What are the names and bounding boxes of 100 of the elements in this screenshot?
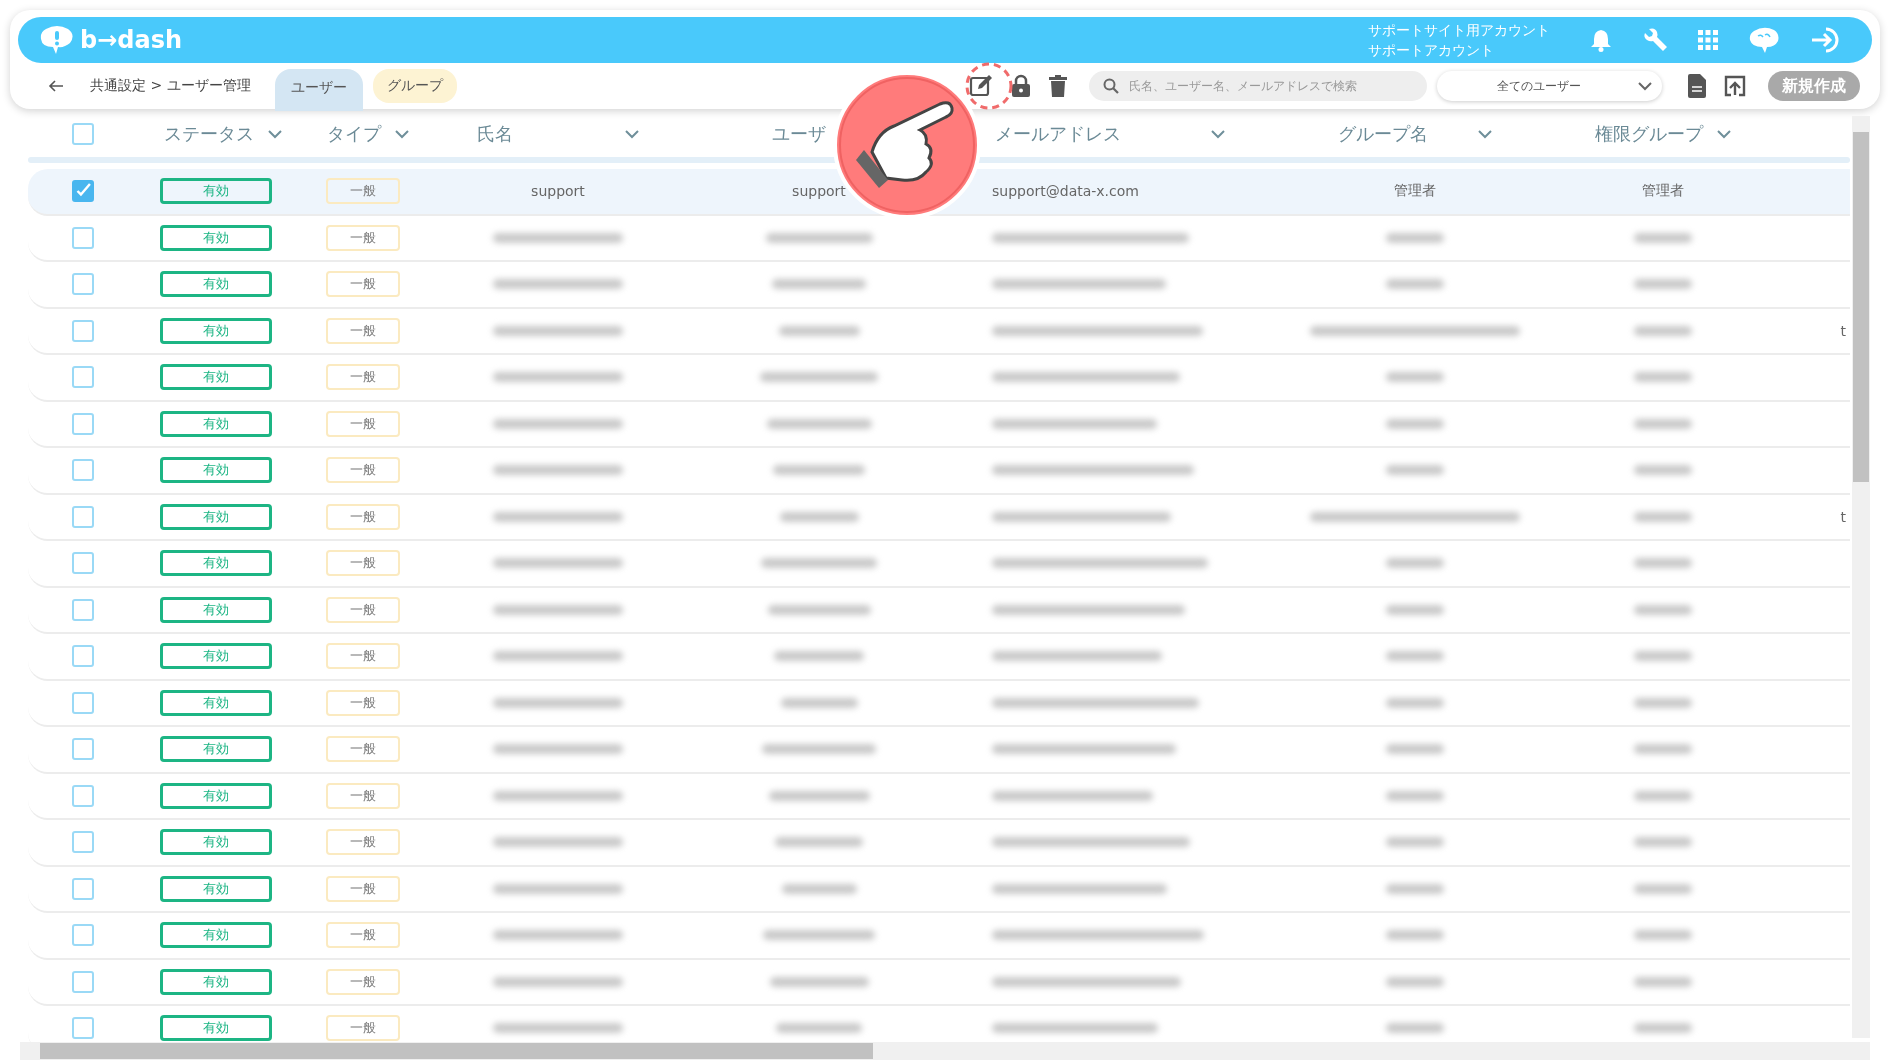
row-checkbox[interactable] <box>72 645 94 668</box>
type-badge: 一般 <box>326 596 400 623</box>
row-checkbox[interactable] <box>72 970 94 993</box>
chevron-down-icon[interactable] <box>1211 129 1225 139</box>
chevron-down-icon[interactable] <box>625 129 639 139</box>
row-checkbox[interactable] <box>72 1017 94 1040</box>
row-checkbox[interactable] <box>72 412 94 435</box>
status-badge: 有効 <box>160 503 272 530</box>
apps-grid-icon[interactable] <box>1698 30 1718 50</box>
tab[interactable]: ユーザー <box>274 69 363 111</box>
row-checkbox[interactable] <box>72 691 94 714</box>
wrench-icon[interactable] <box>1642 27 1668 53</box>
table-cell: 管理者 <box>1641 182 1684 201</box>
chevron-down-icon[interactable] <box>1478 129 1492 139</box>
blurred-text <box>1633 837 1692 848</box>
type-badge: 一般 <box>326 829 400 856</box>
type-badge: 一般 <box>326 364 400 391</box>
chevron-down-icon[interactable] <box>395 129 409 139</box>
export-icon[interactable] <box>1724 75 1746 97</box>
blurred-text <box>1386 604 1444 615</box>
column-header[interactable]: ユーザ <box>772 122 826 146</box>
type-badge: 一般 <box>326 178 400 205</box>
blurred-text <box>1633 790 1692 801</box>
status-badge: 有効 <box>160 782 272 809</box>
search-field[interactable]: 氏名、ユーザー名、メールアドレスで検索 <box>1089 71 1427 101</box>
blurred-text <box>1633 511 1692 522</box>
chevron-down-icon[interactable] <box>1716 129 1731 139</box>
status-badge: 有効 <box>160 875 272 902</box>
type-badge: 一般 <box>326 782 400 809</box>
row-checkbox[interactable] <box>72 924 94 947</box>
edit-icon[interactable] <box>969 74 993 98</box>
status-badge: 有効 <box>160 643 272 670</box>
highlight-circle <box>964 61 1014 111</box>
lock-icon[interactable] <box>1011 74 1031 98</box>
user-filter-dropdown[interactable]: 全てのユーザー <box>1437 71 1662 101</box>
column-header[interactable]: メールアドレス <box>995 122 1121 146</box>
trash-icon[interactable] <box>1049 75 1067 97</box>
type-badge: 一般 <box>326 922 400 949</box>
row-checkbox[interactable] <box>72 505 94 528</box>
select-all-checkbox[interactable] <box>72 123 94 145</box>
status-badge: 有効 <box>160 689 272 716</box>
blurred-text <box>1386 558 1444 569</box>
row-checkbox[interactable] <box>72 273 94 296</box>
logo-icon <box>38 25 76 55</box>
blurred-text <box>1633 325 1692 336</box>
blurred-text <box>1386 279 1444 290</box>
chevron-down-icon[interactable] <box>268 129 282 139</box>
breadcrumb: 共通設定 > ユーザー管理 <box>90 77 251 95</box>
blurred-text <box>1386 697 1444 708</box>
table-cell: t <box>1840 508 1846 525</box>
column-header[interactable]: グループ名 <box>1338 122 1428 146</box>
row-checkbox[interactable] <box>72 459 94 482</box>
status-badge: 有効 <box>160 550 272 577</box>
row-checkbox[interactable] <box>72 784 94 807</box>
blurred-text <box>1633 279 1692 290</box>
bell-icon[interactable] <box>1590 28 1612 52</box>
row-checkbox[interactable] <box>72 552 94 575</box>
blurred-text <box>1633 651 1692 662</box>
status-badge: 有効 <box>160 736 272 763</box>
vertical-scrollbar[interactable] <box>1852 116 1870 1038</box>
column-header[interactable]: ステータス <box>164 122 254 146</box>
blurred-text <box>1386 883 1444 894</box>
account-name: サポートアカウント <box>1368 41 1495 60</box>
blurred-text <box>1633 232 1692 243</box>
blurred-text <box>1633 418 1692 429</box>
type-badge: 一般 <box>326 736 400 763</box>
type-badge: 一般 <box>326 457 400 484</box>
document-icon[interactable] <box>1688 74 1706 98</box>
blurred-text <box>1386 930 1444 941</box>
status-badge: 有効 <box>160 317 272 344</box>
status-badge: 有効 <box>160 1015 272 1042</box>
row-checkbox[interactable] <box>72 180 94 203</box>
type-badge: 一般 <box>326 968 400 995</box>
type-badge: 一般 <box>326 875 400 902</box>
horizontal-scrollbar[interactable] <box>20 1042 1870 1060</box>
status-badge: 有効 <box>160 364 272 391</box>
blurred-text <box>1386 418 1444 429</box>
column-header[interactable]: タイプ <box>327 122 381 146</box>
row-checkbox[interactable] <box>72 738 94 761</box>
type-badge: 一般 <box>326 271 400 298</box>
blurred-text <box>1386 465 1444 476</box>
status-badge: 有効 <box>160 922 272 949</box>
blurred-text <box>1633 976 1692 987</box>
account-name: サポートサイト用アカウント <box>1368 21 1550 40</box>
row-checkbox[interactable] <box>72 366 94 389</box>
row-checkbox[interactable] <box>72 598 94 621</box>
type-badge: 一般 <box>326 224 400 251</box>
row-checkbox[interactable] <box>72 226 94 249</box>
table-cell: support@data-x.com <box>992 183 1139 200</box>
back-arrow-icon[interactable] <box>48 80 64 92</box>
column-header[interactable]: 権限グループ <box>1594 122 1703 146</box>
table-cell: support <box>531 183 585 200</box>
row-checkbox[interactable] <box>72 319 94 342</box>
table-cell: 管理者 <box>1394 182 1436 201</box>
column-header[interactable]: 氏名 <box>477 122 513 146</box>
tab[interactable]: グループ <box>372 69 457 103</box>
row-checkbox[interactable] <box>72 877 94 900</box>
row-checkbox[interactable] <box>72 831 94 854</box>
blurred-text <box>1633 744 1692 755</box>
type-badge: 一般 <box>326 550 400 577</box>
